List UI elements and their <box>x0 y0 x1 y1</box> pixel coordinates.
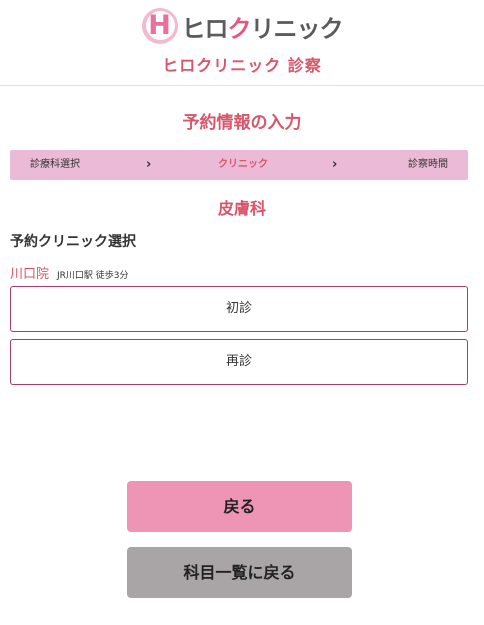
location-access: JR川口駅 徒歩3分 <box>57 271 129 281</box>
logo-text: ヒロクリニック <box>181 14 344 43</box>
back-button[interactable]: 戻る <box>127 481 352 532</box>
step-time: 診察時間 <box>408 159 448 170</box>
step-clinic-current: クリニック <box>218 159 268 170</box>
clinic-select-label: 予約クリニック選択 <box>10 234 136 250</box>
header: H ヒロクリニック ヒロクリニック 診察 <box>0 0 484 86</box>
location-name: 川口院 <box>10 267 50 282</box>
chevron-right-icon: › <box>146 157 152 172</box>
first-visit-button[interactable]: 初診 <box>10 286 468 332</box>
clinic-location: 川口院 JR川口駅 徒歩3分 <box>10 263 129 282</box>
return-visit-button[interactable]: 再診 <box>10 339 468 385</box>
logo-icon: H <box>141 8 178 44</box>
department-name: 皮膚科 <box>217 199 266 218</box>
step-indicator: 診療科選択 › クリニック › 診察時間 <box>10 150 468 180</box>
page-title: 予約情報の入力 <box>182 113 302 133</box>
back-to-list-button[interactable]: 科目一覧に戻る <box>127 547 352 598</box>
clinic-title: ヒロクリニック 診察 <box>162 56 322 75</box>
step-department: 診療科選択 <box>30 159 80 170</box>
logo[interactable]: H ヒロクリニック <box>0 6 484 46</box>
chevron-right-icon: › <box>332 157 338 172</box>
